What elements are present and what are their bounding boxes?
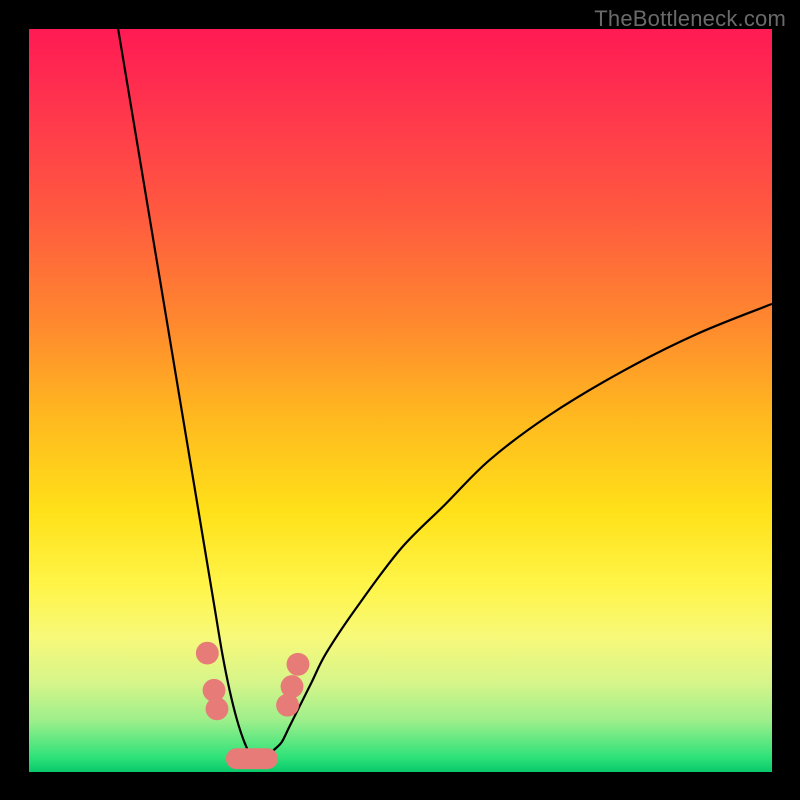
highlight-point xyxy=(196,642,219,665)
highlight-point xyxy=(206,697,229,720)
curve-svg xyxy=(29,29,772,772)
chart-stage: TheBottleneck.com xyxy=(0,0,800,800)
highlight-point xyxy=(287,653,310,676)
highlight-point xyxy=(281,675,304,698)
highlight-points xyxy=(196,642,310,769)
plot-area xyxy=(29,29,772,772)
valley-floor-pill xyxy=(226,748,278,769)
